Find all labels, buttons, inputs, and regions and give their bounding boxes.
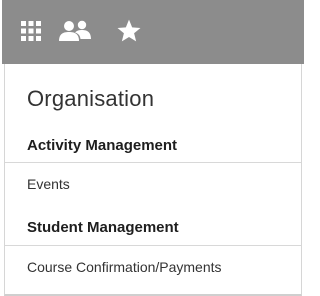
menu-item-course-confirmation-payments[interactable]: Course Confirmation/Payments (27, 259, 222, 275)
menu-title: Organisation (27, 86, 155, 111)
divider (5, 245, 301, 246)
people-button[interactable] (56, 12, 94, 50)
organisation-dropdown-menu: Organisation Activity Management Events … (4, 64, 302, 296)
section-heading-activity-management: Activity Management (27, 137, 178, 154)
apps-button[interactable] (12, 12, 50, 50)
app-frame: Organisation Activity Management Events … (0, 0, 304, 296)
apps-grid-icon (21, 21, 41, 41)
people-icon (59, 20, 91, 41)
menu-item-events[interactable]: Events (27, 176, 70, 192)
top-toolbar (2, 0, 304, 64)
section-heading-student-management: Student Management (27, 219, 179, 236)
favorites-button[interactable] (110, 12, 148, 50)
divider (5, 162, 301, 163)
star-icon (117, 19, 141, 42)
